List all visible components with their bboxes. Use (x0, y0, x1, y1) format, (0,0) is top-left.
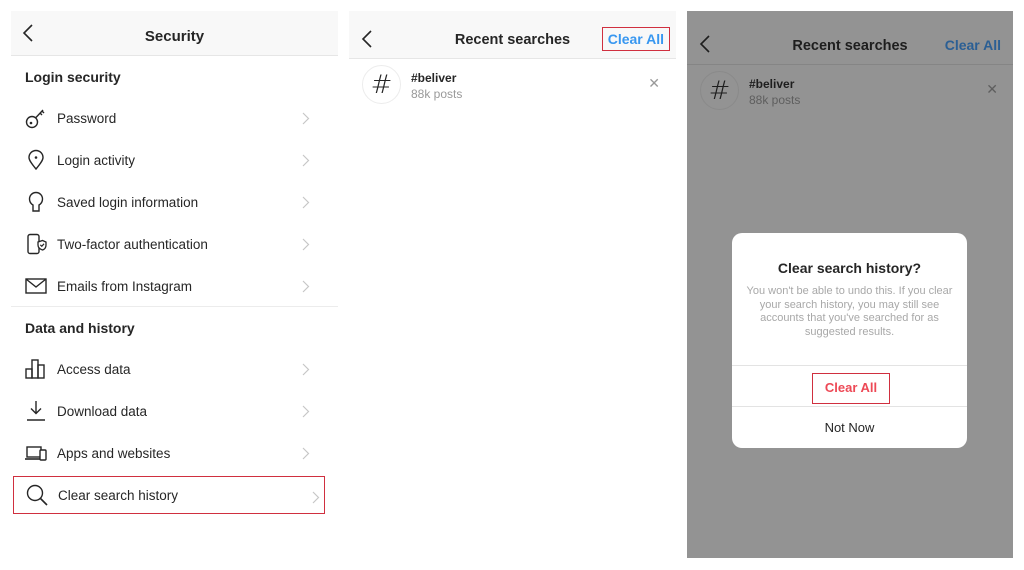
keyhole-icon (24, 190, 48, 214)
hashtag-icon: # (700, 71, 739, 110)
menu-item-label: Download data (57, 403, 148, 419)
menu-item-label: Saved login information (57, 194, 199, 210)
chevron-right-icon (302, 447, 310, 460)
not-now-button[interactable]: Not Now (732, 407, 967, 448)
confirm-screen: Recent searches Clear All # #beliver 88k… (687, 11, 1013, 558)
menu-item-label: Clear search history (58, 487, 179, 503)
chevron-right-icon (312, 491, 320, 504)
section-title-login-security: Login security (25, 69, 121, 85)
search-icon (25, 483, 49, 507)
menu-item-password[interactable]: Password (11, 98, 327, 138)
menu-item-download-data[interactable]: Download data (11, 391, 327, 431)
menu-item-login-activity[interactable]: Login activity (11, 140, 327, 180)
phone-shield-icon (24, 232, 48, 256)
menu-item-label: Password (57, 110, 117, 126)
download-icon (24, 399, 48, 423)
menu-item-apps-websites[interactable]: Apps and websites (11, 433, 327, 473)
close-icon[interactable]: ✕ (648, 75, 660, 92)
confirm-clear-all-button[interactable]: Clear All (812, 373, 890, 404)
hashtag-name: #beliver (749, 77, 795, 91)
page-title: Security (144, 28, 205, 45)
bar-chart-icon (24, 357, 48, 381)
chevron-right-icon (302, 112, 310, 125)
close-icon[interactable]: ✕ (986, 81, 998, 98)
hashtag-icon: # (362, 65, 401, 104)
recent-searches-screen: Recent searches Clear All # #beliver 88k… (349, 11, 676, 531)
key-icon (24, 106, 48, 130)
section-title-data-history: Data and history (25, 320, 135, 336)
chevron-right-icon (302, 280, 310, 293)
chevron-right-icon (302, 405, 310, 418)
menu-item-emails[interactable]: Emails from Instagram (11, 266, 327, 306)
chevron-right-icon (302, 238, 310, 251)
recent-searches-header-dimmed: Recent searches Clear All (687, 11, 1013, 65)
chevron-right-icon (302, 154, 310, 167)
post-count: 88k posts (749, 93, 801, 107)
clear-history-dialog: Clear search history? You won't be able … (732, 233, 967, 448)
clear-all-button[interactable]: Clear All (601, 27, 670, 51)
chevron-right-icon (302, 363, 310, 376)
laptop-phone-icon (24, 441, 48, 465)
recent-searches-header: Recent searches Clear All (349, 11, 676, 59)
hashtag-name: #beliver (411, 71, 457, 85)
menu-item-label: Emails from Instagram (57, 278, 193, 294)
recent-search-item[interactable]: # #beliver 88k posts ✕ (349, 63, 676, 109)
dialog-divider (732, 365, 967, 366)
recent-search-item[interactable]: # #beliver 88k posts ✕ (687, 69, 1013, 115)
envelope-icon (24, 274, 48, 298)
location-pin-icon (24, 148, 48, 172)
menu-item-label: Apps and websites (57, 445, 171, 461)
menu-item-saved-login[interactable]: Saved login information (11, 182, 327, 222)
clear-all-button[interactable]: Clear All (945, 37, 1001, 53)
dialog-message: You won't be able to undo this. If you c… (746, 285, 953, 338)
security-screen: Security Login security Password Login a… (11, 11, 338, 531)
chevron-right-icon (302, 196, 310, 209)
menu-item-access-data[interactable]: Access data (11, 349, 327, 389)
section-divider (11, 306, 338, 307)
dialog-title: Clear search history? (777, 260, 922, 276)
menu-item-label: Access data (57, 361, 131, 377)
menu-item-label: Two-factor authentication (57, 236, 208, 252)
menu-item-label: Login activity (57, 152, 136, 168)
security-header: Security (11, 11, 338, 56)
post-count: 88k posts (411, 87, 463, 101)
menu-item-clear-search-history[interactable]: Clear search history (13, 476, 325, 514)
menu-item-two-factor[interactable]: Two-factor authentication (11, 224, 327, 264)
